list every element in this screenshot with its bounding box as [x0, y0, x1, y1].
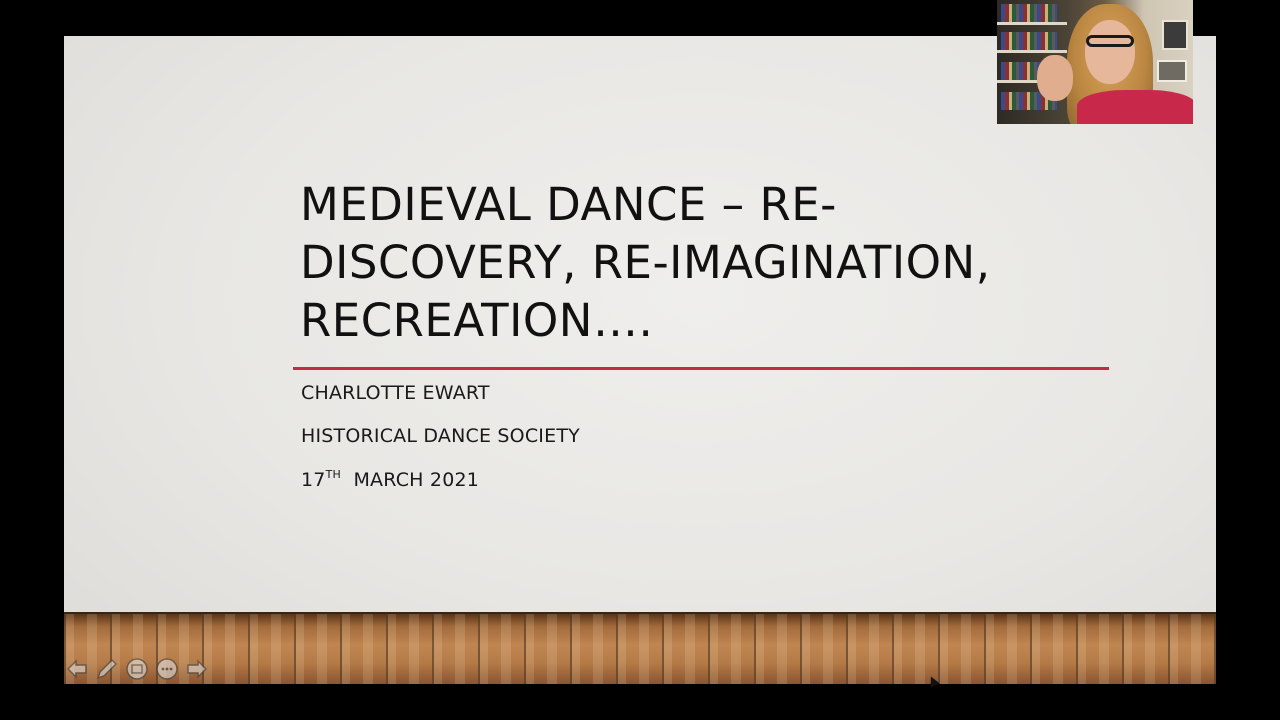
presenter-webcam-video[interactable]: [997, 0, 1193, 124]
presenter-face: [1085, 20, 1135, 84]
books: [1001, 32, 1057, 50]
date-day: 17: [301, 469, 326, 491]
pen-tool-button[interactable]: [94, 656, 120, 682]
next-slide-button[interactable]: [184, 656, 210, 682]
date-month-year: MARCH 2021: [353, 469, 480, 491]
previous-slide-button[interactable]: [64, 656, 90, 682]
wall-picture-frame: [1162, 20, 1188, 50]
presenter-name: CHARLOTTE EWART: [301, 382, 490, 404]
next-slide-icon: [187, 659, 208, 679]
bookshelf: [997, 50, 1067, 53]
date-suffix: TH: [325, 468, 341, 481]
organization-name: HISTORICAL DANCE SOCIETY: [301, 425, 580, 447]
pen-icon: [96, 658, 118, 680]
presentation-date: 17TH MARCH 2021: [301, 468, 479, 491]
more-options-icon: [156, 658, 178, 680]
presenter-clothing: [1077, 90, 1193, 124]
slideshow-controls: [64, 654, 210, 684]
wooden-floor-decoration: [64, 612, 1216, 684]
slide-title: MEDIEVAL DANCE – RE- DISCOVERY, RE-IMAGI…: [300, 176, 1080, 350]
title-divider: [293, 367, 1109, 370]
slide-overview-button[interactable]: [124, 656, 150, 682]
books: [1001, 4, 1057, 22]
previous-slide-icon: [66, 659, 87, 679]
slide-overview-icon: [126, 658, 148, 680]
bookshelf: [997, 22, 1067, 25]
more-options-button[interactable]: [154, 656, 180, 682]
presenter-hand: [1037, 55, 1073, 101]
wall-picture-frame: [1157, 60, 1187, 82]
presentation-slide: MEDIEVAL DANCE – RE- DISCOVERY, RE-IMAGI…: [64, 36, 1216, 684]
slide-title-line-1: MEDIEVAL DANCE – RE-: [300, 178, 837, 231]
slide-title-line-3: RECREATION….: [300, 294, 654, 347]
slide-title-line-2: DISCOVERY, RE-IMAGINATION,: [300, 236, 991, 289]
presenter-glasses: [1086, 35, 1134, 47]
